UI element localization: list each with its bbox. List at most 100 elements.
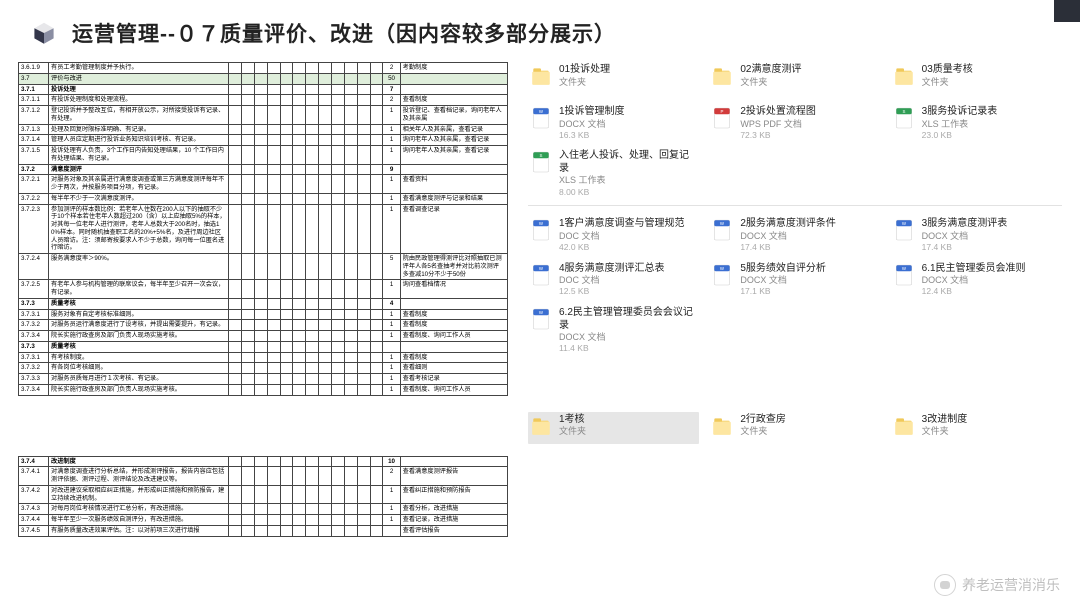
folder-icon — [711, 414, 733, 442]
table-row: 3.7.3.1服务对象有自定考核标准细则。 1查看制度 — [19, 309, 508, 320]
file-type: 文件夹 — [740, 77, 801, 88]
table-row: 3.7.2.5有老年人参与机构管理的联席议会，每半年至少召开一次会议，有记录。 … — [19, 280, 508, 299]
file-item[interactable]: 1考核文件夹 — [528, 412, 699, 444]
file-info: 6.1民主管理委员会准则DOCX 文档12.4 KB — [922, 263, 1026, 297]
file-type: 文件夹 — [922, 77, 973, 88]
file-item[interactable]: 02满意度测评文件夹 — [709, 62, 880, 94]
table-row: 3.7.3质量考核 — [19, 341, 508, 352]
table-row: 3.7.1.1有投诉处理制度和处理流程。 2查看制度 — [19, 95, 508, 106]
file-item[interactable]: W6.1民主管理委员会准则DOCX 文档12.4 KB — [891, 261, 1062, 299]
watermark-text: 养老运营消消乐 — [962, 575, 1060, 595]
table-row: 3.7.4.4每半年至少一次服务绩效自测评分，有改进措施。 1查看记录，改进措施 — [19, 515, 508, 526]
table-row: 3.7.3.3对服务员质每月进行１次考核、有记录。 1查看考核记录 — [19, 374, 508, 385]
file-name: 5服务绩效自评分析 — [740, 263, 826, 276]
xls-icon: S — [530, 150, 552, 178]
table-row: 3.7.1.5投诉处理有人负责，3个工作日内告知处理结果，10 个工作日内有处理… — [19, 146, 508, 165]
file-size: 12.4 KB — [922, 286, 1026, 297]
file-type: DOCX 文档 — [740, 275, 826, 286]
file-info: 2服务满意度测评条件DOCX 文档17.4 KB — [740, 218, 836, 252]
docx-icon: W — [530, 263, 552, 291]
file-size: 12.5 KB — [559, 286, 665, 297]
file-name: 2投诉处置流程图 — [740, 106, 816, 119]
table-row: 3.7.1.4管理人员应定期进行投诉业务知识培训考核、有记录。 1询问老年人及其… — [19, 135, 508, 146]
table-row: 3.7.2满意度测评 9 — [19, 164, 508, 175]
file-item[interactable]: W1投诉管理制度DOCX 文档16.3 KB — [528, 104, 699, 142]
file-info: 1客户满意度调查与管理规范DOC 文档42.0 KB — [559, 218, 685, 252]
file-size: 42.0 KB — [559, 242, 685, 253]
file-info: 3服务投诉记录表XLS 工作表23.0 KB — [922, 106, 998, 140]
file-group-3: W1客户满意度调查与管理规范DOC 文档42.0 KBW2服务满意度测评条件DO… — [528, 216, 1062, 356]
file-name: 1投诉管理制度 — [559, 106, 625, 119]
file-info: 1考核文件夹 — [559, 414, 586, 438]
file-info: 入住老人投诉、处理、回复记录XLS 工作表8.00 KB — [559, 150, 697, 197]
watermark: 养老运营消消乐 — [934, 574, 1060, 596]
file-type: DOCX 文档 — [740, 231, 836, 242]
file-item[interactable]: S入住老人投诉、处理、回复记录XLS 工作表8.00 KB — [528, 148, 699, 199]
file-group-2: W1投诉管理制度DOCX 文档16.3 KBP2投诉处置流程图WPS PDF 文… — [528, 104, 1062, 199]
file-type: DOCX 文档 — [922, 275, 1026, 286]
table-row: 3.7.1投诉处理 7 — [19, 84, 508, 95]
docx-icon: W — [893, 218, 915, 246]
file-info: 2行政查房文件夹 — [740, 414, 786, 438]
file-size: 72.3 KB — [740, 130, 816, 141]
file-size: 17.4 KB — [922, 242, 1008, 253]
table-row: 3.7.2.4服务满意度率＞90%。 5院由民政管理得测评比对照抽取已测评年人各… — [19, 254, 508, 280]
file-info: 3服务满意度测评表DOCX 文档17.4 KB — [922, 218, 1008, 252]
file-size: 17.4 KB — [740, 242, 836, 253]
file-item[interactable]: 01投诉处理文件夹 — [528, 62, 699, 94]
docx-icon: W — [530, 106, 552, 134]
docx-icon: W — [530, 218, 552, 246]
file-type: DOCX 文档 — [922, 231, 1008, 242]
file-item[interactable]: W2服务满意度测评条件DOCX 文档17.4 KB — [709, 216, 880, 254]
table-row: 3.7.2.2每半年不少于一次满意度测评。 1查看满意度测评与记录和结果 — [19, 193, 508, 204]
spec-table-2: 3.7.4改进制度 103.7.4.1对满意度调查进行分析总结，并形成测评报告，… — [18, 456, 508, 537]
table-row: 3.7.3.2有各岗位考核细则。 1查看细则 — [19, 363, 508, 374]
file-type: 文件夹 — [559, 426, 586, 437]
file-name: 入住老人投诉、处理、回复记录 — [559, 150, 697, 175]
file-name: 2行政查房 — [740, 414, 786, 427]
file-group-1: 01投诉处理文件夹02满意度测评文件夹03质量考核文件夹 — [528, 62, 1062, 94]
file-info: 03质量考核文件夹 — [922, 64, 973, 88]
slide-decoration — [1054, 0, 1080, 22]
wechat-icon — [934, 574, 956, 596]
file-info: 02满意度测评文件夹 — [740, 64, 801, 88]
file-name: 01投诉处理 — [559, 64, 610, 77]
file-item[interactable]: 2行政查房文件夹 — [709, 412, 880, 444]
table-row: 3.7.1.3处理及回复时限标准明确、有记录。 1相关年人及其亲属，查看记录 — [19, 124, 508, 135]
file-info: 01投诉处理文件夹 — [559, 64, 610, 88]
divider — [528, 205, 1062, 206]
table-row: 3.7.3.2对服务员运行满意度进行了设考核，并提出需要提升，有记录。 1查看制… — [19, 320, 508, 331]
folder-icon — [711, 64, 733, 92]
file-item[interactable]: S3服务投诉记录表XLS 工作表23.0 KB — [891, 104, 1062, 142]
file-item[interactable]: W1客户满意度调查与管理规范DOC 文档42.0 KB — [528, 216, 699, 254]
docx-icon: W — [530, 307, 552, 335]
folder-icon — [893, 64, 915, 92]
file-name: 3改进制度 — [922, 414, 968, 427]
file-item[interactable]: 3改进制度文件夹 — [891, 412, 1062, 444]
file-group-4: 1考核文件夹2行政查房文件夹3改进制度文件夹 — [528, 412, 1062, 444]
file-item[interactable]: W3服务满意度测评表DOCX 文档17.4 KB — [891, 216, 1062, 254]
file-item[interactable]: W4服务满意度测评汇总表DOC 文档12.5 KB — [528, 261, 699, 299]
file-info: 3改进制度文件夹 — [922, 414, 968, 438]
docx-icon: W — [711, 263, 733, 291]
file-name: 02满意度测评 — [740, 64, 801, 77]
file-info: 5服务绩效自评分析DOCX 文档17.1 KB — [740, 263, 826, 297]
file-type: 文件夹 — [922, 426, 968, 437]
table-row: 3.7.4.2对改进建议采取相应纠正措施，并形成纠正措施和预防报告，建立持续改进… — [19, 485, 508, 504]
table-row: 3.6.1.9有员工考勤管理制度并予执行。 2考勤制度 — [19, 63, 508, 74]
file-item[interactable]: P2投诉处置流程图WPS PDF 文档72.3 KB — [709, 104, 880, 142]
table-row: 3.7.3.4院长实施行政查房及部门负责人现场实施考核。 1查看制度、询问工作人… — [19, 331, 508, 342]
file-info: 6.2民主管理管理委员会会议记录DOCX 文档11.4 KB — [559, 307, 697, 354]
file-type: 文件夹 — [740, 426, 786, 437]
spec-table-1: 3.6.1.9有员工考勤管理制度并予执行。 2考勤制度3.7评价与改进 503.… — [18, 62, 508, 396]
file-item[interactable]: 03质量考核文件夹 — [891, 62, 1062, 94]
table-row: 3.7.4.3对每月岗位考核情况进行汇总分析，有改进措施。 1查看分析，改进措施 — [19, 504, 508, 515]
file-item[interactable]: W6.2民主管理管理委员会会议记录DOCX 文档11.4 KB — [528, 305, 699, 356]
file-size: 8.00 KB — [559, 187, 697, 198]
file-size: 23.0 KB — [922, 130, 998, 141]
file-name: 3服务满意度测评表 — [922, 218, 1008, 231]
file-item[interactable]: W5服务绩效自评分析DOCX 文档17.1 KB — [709, 261, 880, 299]
folder-icon — [893, 414, 915, 442]
table-row: 3.7.4改进制度 10 — [19, 456, 508, 467]
table-row: 3.7.3.1有考核制度。 1查看制度 — [19, 352, 508, 363]
